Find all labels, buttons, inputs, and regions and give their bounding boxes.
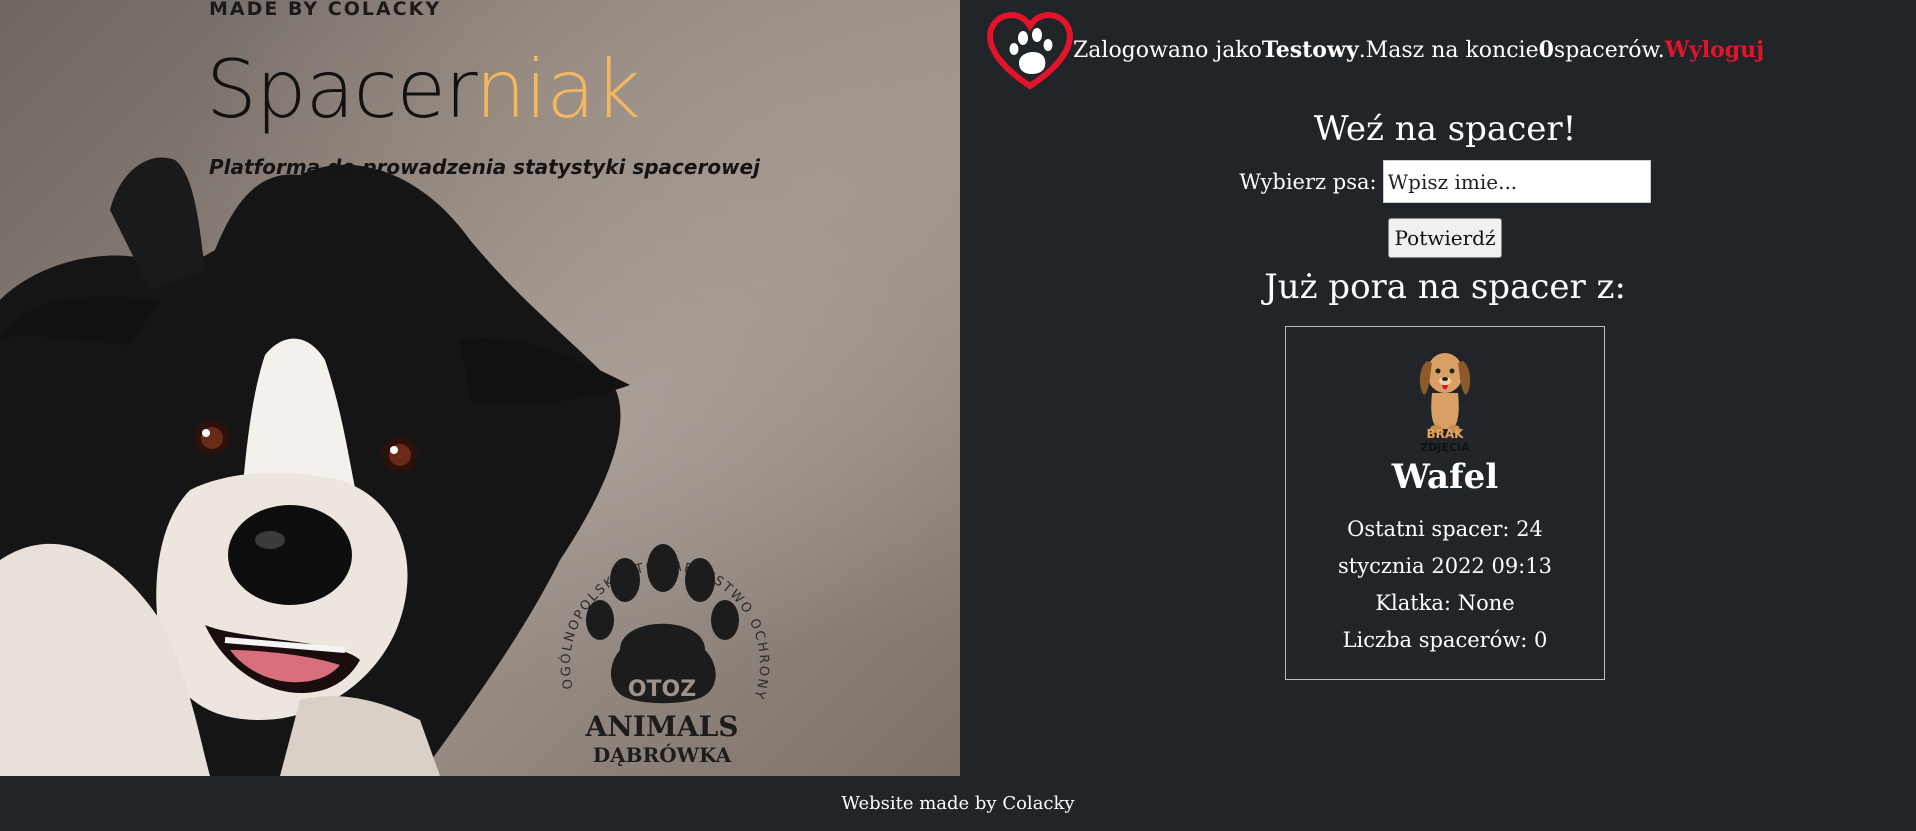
dog-name-input[interactable] bbox=[1382, 160, 1651, 203]
dog-select-label: Wybierz psa: bbox=[1239, 169, 1377, 194]
svg-text:OTOZ: OTOZ bbox=[628, 677, 696, 702]
no-photo-icon: BRAK ZDJĘCIA bbox=[1419, 353, 1471, 454]
dog-cage: Klatka: None bbox=[1375, 591, 1515, 615]
user-status-bar: Zalogowano jako Testowy .Masz na koncie … bbox=[985, 10, 1764, 90]
main-content: Weź na spacer! Wybierz psa: Potwierdź Ju… bbox=[1150, 100, 1740, 680]
brand-tagline: Platforma do prowadzenia statystyki spac… bbox=[209, 155, 760, 179]
due-walks-title: Już pora na spacer z: bbox=[1264, 267, 1626, 307]
walk-form-title: Weź na spacer! bbox=[1313, 109, 1577, 149]
walk-balance-count: 0 bbox=[1538, 37, 1554, 63]
brand-title-part-b: niak bbox=[475, 43, 640, 136]
logout-link[interactable]: Wyloguj bbox=[1665, 37, 1764, 63]
footer-text: Website made by Colacky bbox=[841, 793, 1075, 814]
balance-prefix: .Masz na koncie bbox=[1358, 37, 1539, 63]
confirm-button[interactable]: Potwierdź bbox=[1387, 218, 1503, 258]
balance-suffix: spacerów. bbox=[1553, 37, 1665, 63]
username: Testowy bbox=[1261, 37, 1359, 63]
dog-select-row: Wybierz psa: bbox=[1150, 160, 1740, 203]
logged-in-prefix: Zalogowano jako bbox=[1073, 37, 1262, 63]
svg-text:DĄBRÓWKA: DĄBRÓWKA bbox=[593, 742, 732, 767]
dog-card[interactable]: BRAK ZDJĘCIA Wafel Ostatni spacer: 24 st… bbox=[1285, 326, 1605, 680]
otoz-animals-logo: OGÓLNOPOLSKIE TOWARZYSTWO OCHRONY ZWIERZ… bbox=[545, 530, 769, 767]
brand-title-part-a: Spacer bbox=[206, 43, 476, 136]
hero-banner: MADE BY COLACKY Spacerniak Platforma do … bbox=[0, 0, 960, 776]
made-by-label: MADE BY COLACKY bbox=[209, 0, 442, 20]
heart-paw-icon bbox=[987, 12, 1073, 90]
brand-title: Spacerniak bbox=[206, 40, 641, 140]
footer: Website made by Colacky bbox=[0, 776, 1916, 831]
dog-name: Wafel bbox=[1391, 457, 1499, 497]
dog-walk-count: Liczba spacerów: 0 bbox=[1342, 628, 1548, 652]
svg-text:ANIMALS: ANIMALS bbox=[584, 710, 738, 743]
no-photo-label-line2: ZDJĘCIA bbox=[1420, 441, 1470, 453]
dog-last-walk: Ostatni spacer: 24 stycznia 2022 09:13 bbox=[1338, 517, 1552, 578]
no-photo-label-line1: BRAK bbox=[1427, 427, 1465, 441]
